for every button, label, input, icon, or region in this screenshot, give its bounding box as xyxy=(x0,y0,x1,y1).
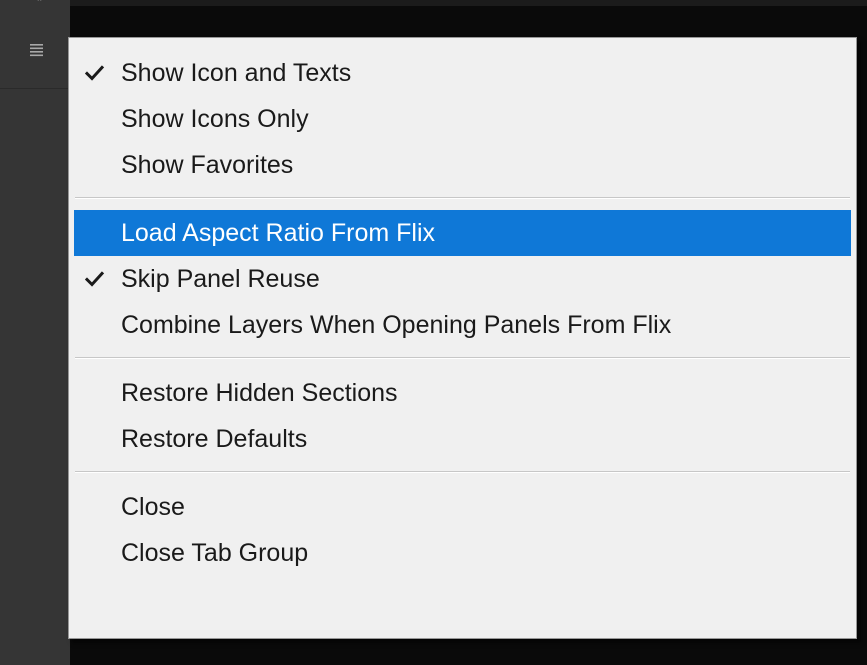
hamburger-menu-icon xyxy=(30,44,43,57)
menu-item-restore-hidden-sections[interactable]: Restore Hidden Sections xyxy=(74,370,851,416)
panel-grip-icon: " xyxy=(37,0,42,10)
menu-item-label: Restore Hidden Sections xyxy=(121,379,398,407)
menu-item-show-icon-and-texts[interactable]: Show Icon and Texts xyxy=(74,50,851,96)
menu-item-label: Show Icon and Texts xyxy=(121,59,352,87)
panel-menu-button[interactable] xyxy=(28,40,50,60)
menu-item-label: Close Tab Group xyxy=(121,539,309,567)
menu-item-label: Close xyxy=(121,493,185,521)
menu-item-label: Restore Defaults xyxy=(121,425,308,453)
checkmark-icon xyxy=(85,64,105,82)
application-window: " Show Icon and Texts Show Icons Only Show… xyxy=(0,0,867,665)
menu-item-restore-defaults[interactable]: Restore Defaults xyxy=(74,416,851,462)
menu-item-label: Skip Panel Reuse xyxy=(121,265,320,293)
panel-options-menu: Show Icon and Texts Show Icons Only Show F… xyxy=(68,37,857,639)
menu-item-close-tab-group[interactable]: Close Tab Group xyxy=(74,530,851,576)
menu-separator xyxy=(75,357,850,359)
menu-item-close[interactable]: Close xyxy=(74,484,851,530)
menu-item-show-favorites[interactable]: Show Favorites xyxy=(74,142,851,188)
menu-item-label: Combine Layers When Opening Panels From … xyxy=(121,311,672,339)
menu-item-combine-layers-when-opening-panels-from-flix[interactable]: Combine Layers When Opening Panels From … xyxy=(74,302,851,348)
menu-item-label: Show Icons Only xyxy=(121,105,309,133)
menu-item-skip-panel-reuse[interactable]: Skip Panel Reuse xyxy=(74,256,851,302)
menu-separator xyxy=(75,471,850,473)
window-top-bar xyxy=(0,0,867,6)
menu-item-load-aspect-ratio-from-flix[interactable]: Load Aspect Ratio From Flix xyxy=(74,210,851,256)
panel-strip xyxy=(0,0,70,665)
menu-separator xyxy=(75,197,850,199)
checkmark-icon xyxy=(85,270,105,288)
panel-divider xyxy=(0,88,70,89)
menu-item-label: Show Favorites xyxy=(121,151,294,179)
menu-item-show-icons-only[interactable]: Show Icons Only xyxy=(74,96,851,142)
menu-item-label: Load Aspect Ratio From Flix xyxy=(121,219,436,247)
